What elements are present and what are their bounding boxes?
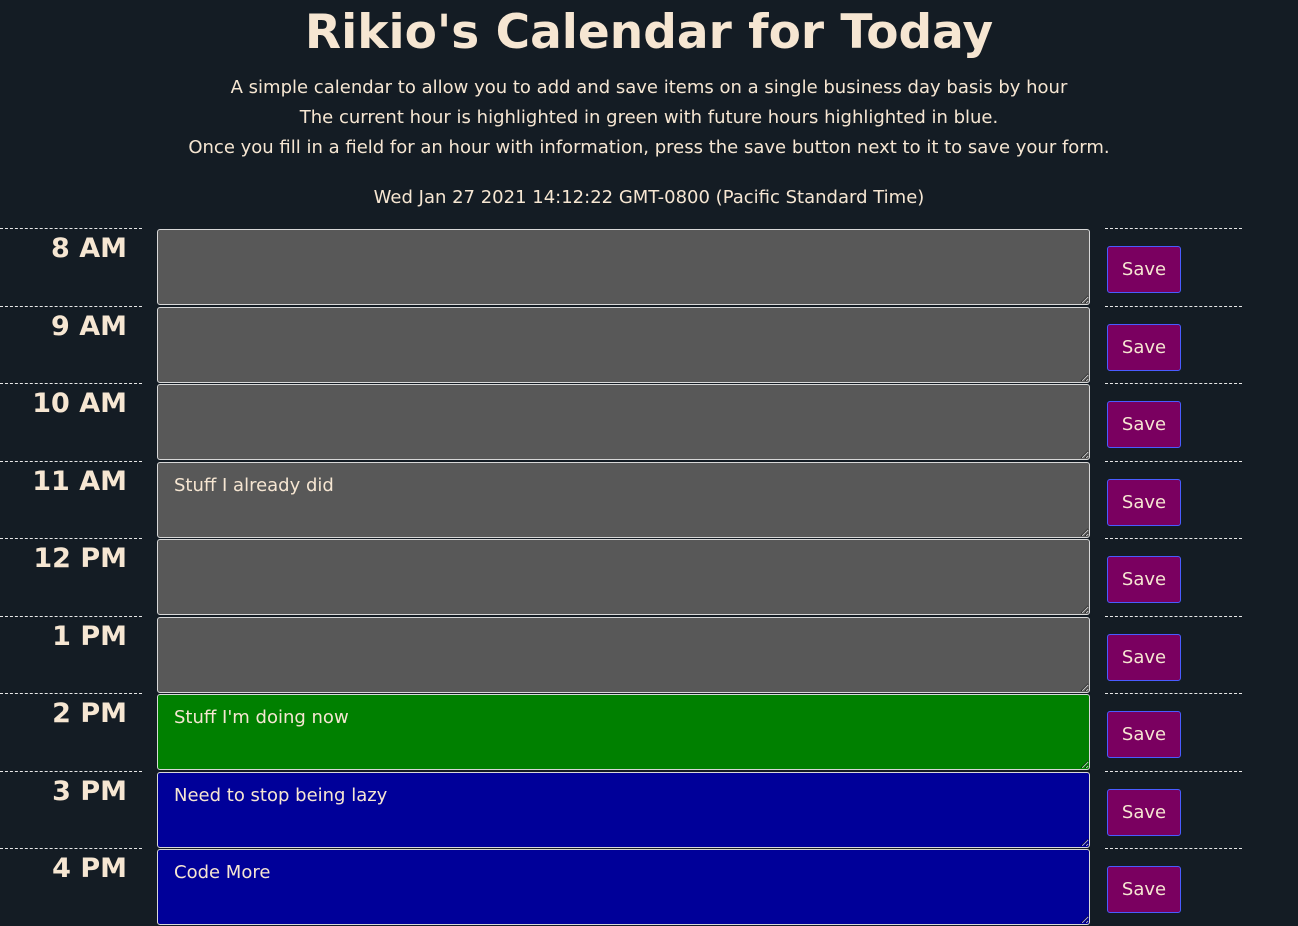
save-column: Save (1105, 383, 1242, 461)
save-column: Save (1105, 460, 1242, 539)
hour-label: 10 AM (32, 388, 127, 419)
save-column: Save (1105, 615, 1242, 694)
hour-entry-10am[interactable] (157, 384, 1090, 460)
hour-entry-4pm[interactable]: Code More (157, 849, 1090, 925)
hour-label: 3 PM (52, 775, 127, 807)
hour-row-1pm: 1 PM Save (0, 615, 1298, 694)
save-column: Save (1105, 693, 1242, 771)
save-column: Save (1105, 228, 1242, 306)
page-header: Rikio's Calendar for Today A simple cale… (0, 0, 1298, 213)
hour-column: 1 PM (0, 615, 142, 694)
hour-entry-1pm[interactable] (157, 616, 1090, 693)
hour-entry-11am[interactable]: Stuff I already did (157, 461, 1090, 538)
hour-column: 11 AM (0, 460, 142, 539)
save-column: Save (1105, 848, 1242, 926)
save-button-4pm[interactable]: Save (1107, 866, 1181, 913)
hour-entry-3pm[interactable]: Need to stop being lazy (157, 771, 1090, 848)
hour-column: 4 PM (0, 848, 142, 926)
page-title: Rikio's Calendar for Today (304, 5, 994, 60)
hour-label: 1 PM (52, 620, 127, 652)
hour-label: 8 AM (51, 233, 127, 264)
hour-column: 10 AM (0, 383, 142, 461)
save-column: Save (1105, 538, 1242, 616)
save-button-12pm[interactable]: Save (1107, 556, 1181, 603)
hour-row-10am: 10 AM Save (0, 383, 1298, 461)
hour-row-4pm: 4 PM Code More Save (0, 848, 1298, 926)
hour-row-3pm: 3 PM Need to stop being lazy Save (0, 770, 1298, 849)
hour-row-8am: 8 AM Save (0, 228, 1298, 306)
save-column: Save (1105, 770, 1242, 849)
hour-row-11am: 11 AM Stuff I already did Save (0, 460, 1298, 539)
hour-label: 12 PM (33, 543, 127, 574)
hour-label: 9 AM (51, 310, 127, 342)
hour-rows: 8 AM Save 9 AM Save 10 AM Save 11 AM Stu… (0, 228, 1298, 926)
save-button-1pm[interactable]: Save (1107, 633, 1181, 681)
hour-column: 8 AM (0, 228, 142, 306)
hour-entry-2pm[interactable]: Stuff I'm doing now (157, 694, 1090, 770)
page-description: A simple calendar to allow you to add an… (0, 73, 1298, 163)
description-line: A simple calendar to allow you to add an… (230, 77, 1068, 98)
hour-label: 11 AM (32, 465, 127, 497)
hour-row-9am: 9 AM Save (0, 305, 1298, 384)
hour-column: 12 PM (0, 538, 142, 616)
hour-label: 4 PM (52, 853, 127, 884)
current-datetime: Wed Jan 27 2021 14:12:22 GMT-0800 (Pacif… (373, 187, 925, 208)
hour-entry-9am[interactable] (157, 306, 1090, 383)
hour-entry-12pm[interactable] (157, 539, 1090, 615)
hour-row-12pm: 12 PM Save (0, 538, 1298, 616)
save-button-3pm[interactable]: Save (1107, 788, 1181, 836)
save-button-9am[interactable]: Save (1107, 323, 1181, 371)
hour-column: 2 PM (0, 693, 142, 771)
hour-entry-8am[interactable] (157, 229, 1090, 305)
hour-label: 2 PM (52, 698, 127, 729)
save-button-8am[interactable]: Save (1107, 246, 1181, 293)
hour-row-2pm: 2 PM Stuff I'm doing now Save (0, 693, 1298, 771)
save-button-10am[interactable]: Save (1107, 401, 1181, 448)
description-line: Once you fill in a field for an hour wit… (188, 137, 1110, 158)
hour-column: 3 PM (0, 770, 142, 849)
description-line: The current hour is highlighted in green… (299, 107, 999, 128)
save-column: Save (1105, 305, 1242, 384)
save-button-11am[interactable]: Save (1107, 478, 1181, 526)
hour-column: 9 AM (0, 305, 142, 384)
save-button-2pm[interactable]: Save (1107, 711, 1181, 758)
